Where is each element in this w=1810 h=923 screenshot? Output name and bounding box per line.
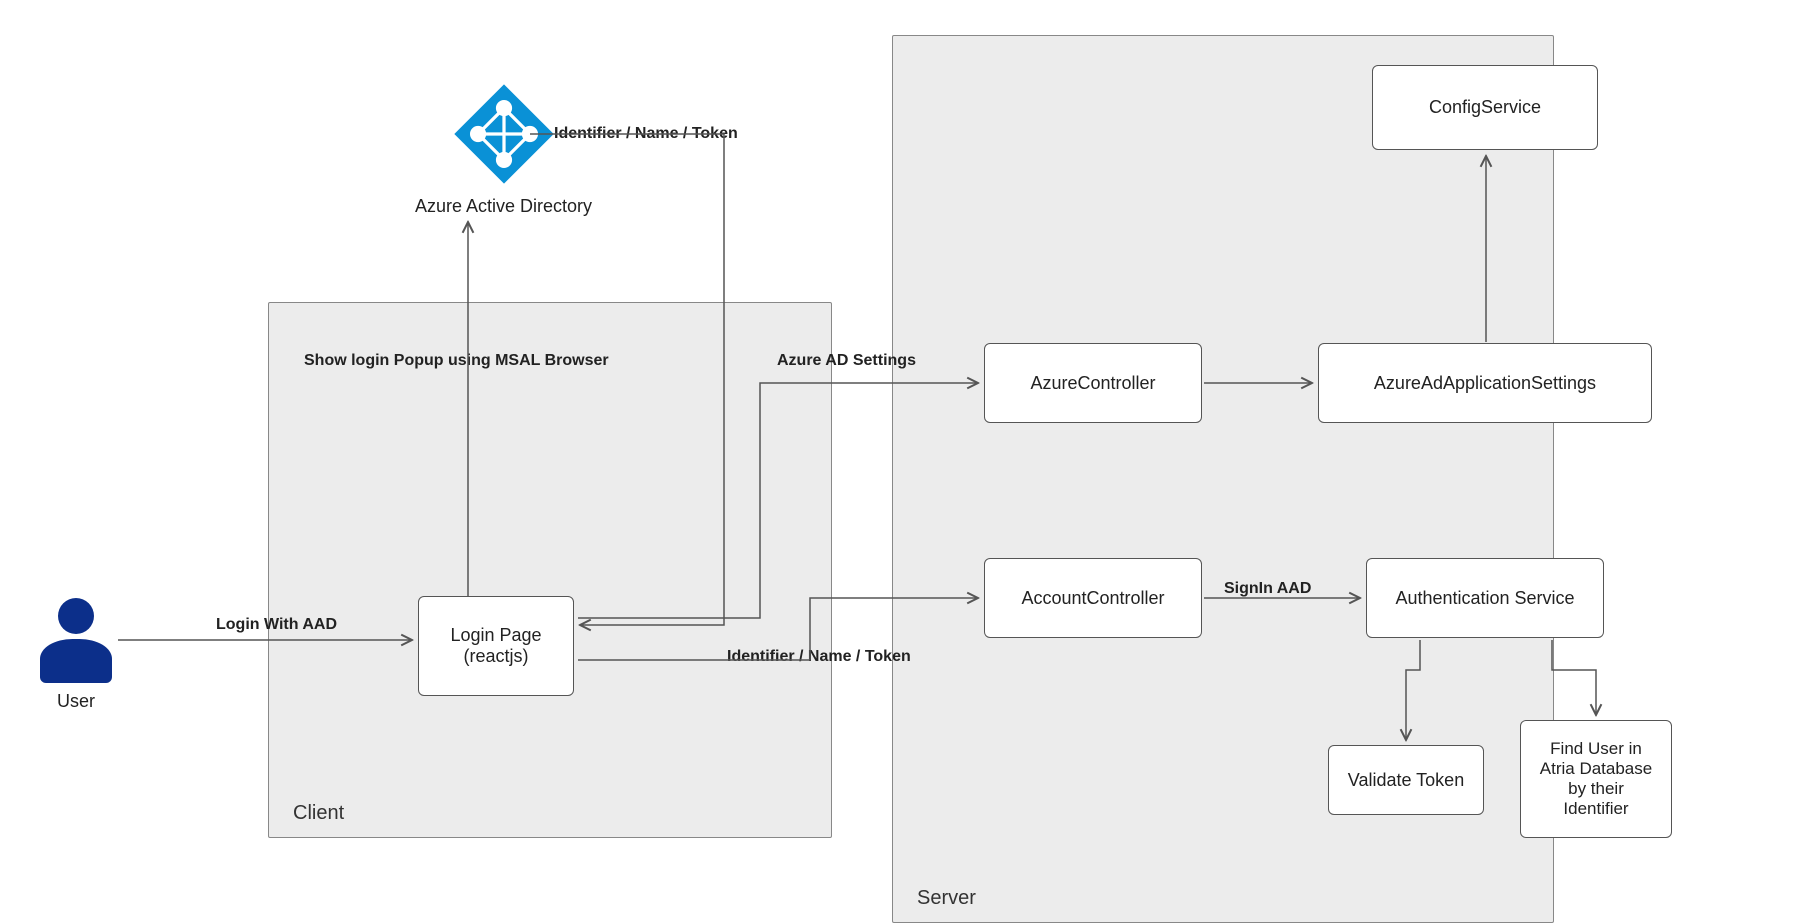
node-auth-service: Authentication Service [1366,558,1604,638]
azure-ad-icon [450,80,558,188]
node-config-service-label: ConfigService [1429,97,1541,118]
node-account-controller: AccountController [984,558,1202,638]
container-client: Client [268,302,832,838]
edge-label-show-login-popup: Show login Popup using MSAL Browser [304,352,609,370]
edge-label-signin-aad: SignIn AAD [1224,580,1311,598]
actor-user-label: User [57,691,95,712]
node-validate-token: Validate Token [1328,745,1484,815]
user-icon [40,598,112,683]
container-client-label: Client [293,802,344,825]
node-validate-token-label: Validate Token [1348,770,1464,791]
node-login-page: Login Page (reactjs) [418,596,574,696]
node-account-controller-label: AccountController [1021,588,1164,609]
edge-label-identifier-top: Identifier / Name / Token [554,125,738,143]
node-config-service: ConfigService [1372,65,1598,150]
node-find-user-line1: Find User in [1540,739,1652,759]
actor-user: User [40,598,112,712]
edge-label-azure-ad-settings: Azure AD Settings [777,352,916,370]
node-login-page-line1: Login Page [450,625,541,646]
container-server-label: Server [917,887,976,910]
node-azure-controller-label: AzureController [1030,373,1155,394]
node-find-user-line4: Identifier [1540,799,1652,819]
edge-label-login-with-aad: Login With AAD [216,616,337,634]
node-aad-settings: AzureAdApplicationSettings [1318,343,1652,423]
edge-label-identifier-bottom: Identifier / Name / Token [727,648,911,666]
actor-aad: Azure Active Directory [415,80,592,217]
node-aad-settings-label: AzureAdApplicationSettings [1374,373,1596,394]
node-azure-controller: AzureController [984,343,1202,423]
node-login-page-line2: (reactjs) [450,646,541,667]
arrow-auth-to-finduser [1552,640,1596,715]
node-find-user: Find User in Atria Database by their Ide… [1520,720,1672,838]
node-find-user-line2: Atria Database [1540,759,1652,779]
architecture-diagram: Client Server User [0,0,1810,921]
actor-aad-label: Azure Active Directory [415,196,592,217]
node-find-user-line3: by their [1540,779,1652,799]
node-auth-service-label: Authentication Service [1395,588,1574,609]
